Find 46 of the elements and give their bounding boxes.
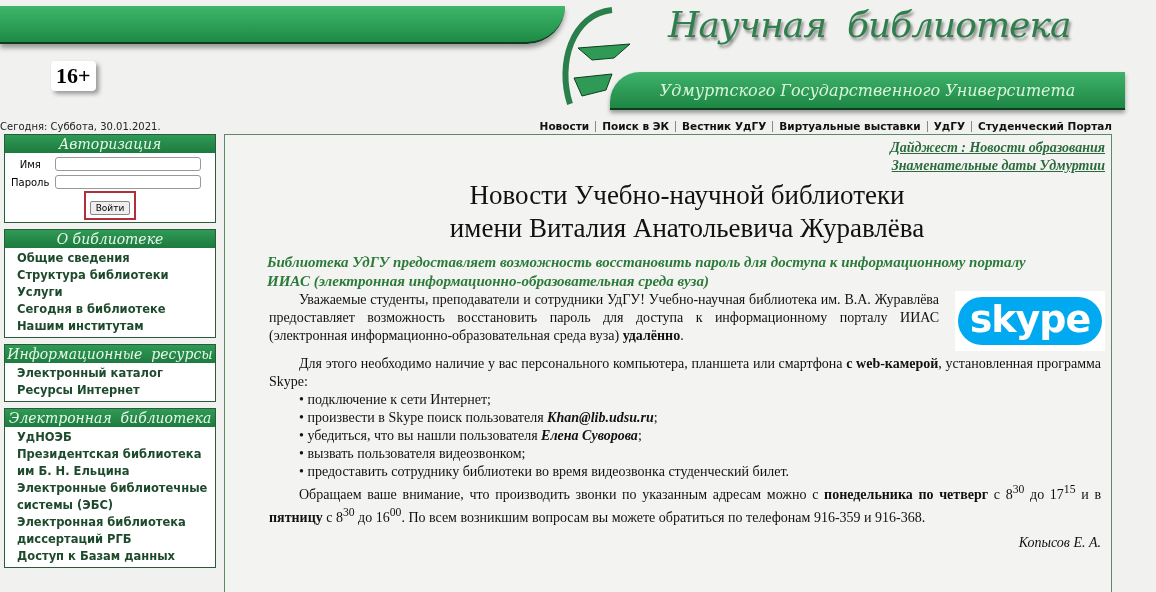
age-rating-badge: 16+ — [51, 61, 96, 91]
nav-link[interactable]: УдГУ — [926, 120, 966, 132]
panel-title: Информационные ресурсы — [5, 345, 215, 363]
field-label: Имя — [18, 158, 42, 170]
sidebar-link[interactable]: Электронный каталог — [17, 365, 209, 382]
paragraph: Для этого необходимо наличие у вас персонального компьютера, планшета или смартфона с web-камерой, установленная программа Skype: — [269, 355, 1102, 391]
paragraph: Обращаем ваше внимание, что производить звонки по указанным адресам можно с понедельника по четверг с 8$^{30}$ до 17$^{15}$ и в пятницу с 8$^{30}$ до 16$^{00}$. По всем возникшим вопросам вы можете обратиться по телефонам 916-359 и 916-368. — [269, 482, 1102, 527]
site-title: Научная библиотека — [668, 4, 1071, 45]
news-link[interactable]: Знаменательные даты Удмуртии — [891, 157, 1105, 175]
lead-text: Библиотека УдГУ предоставляет возможность восстановить пароль для доступа к информационному порталу ИИАС (электронная информационно-образовательная среда вуза) — [267, 253, 1027, 291]
signature: Копысов Е. А. — [1017, 534, 1102, 553]
sidebar-link[interactable]: Ресурсы Интернет — [17, 382, 209, 399]
nav-link[interactable]: Студенческий Портал — [971, 120, 1112, 132]
login-button[interactable]: Войти — [89, 201, 131, 215]
sidebar-link[interactable]: Сегодня в библиотеке — [17, 301, 209, 318]
sidebar-link[interactable]: Нашим институтам — [17, 318, 209, 335]
news-link[interactable]: Дайджест : Новости образования — [890, 139, 1105, 157]
nav-link[interactable]: Вестник УдГУ — [675, 120, 767, 132]
nav-link[interactable]: Виртуальные выставки — [772, 120, 921, 132]
sidebar-link[interactable]: Президентская библиотека им Б. Н. Ельцина — [17, 446, 209, 480]
list-item: • убедиться, что вы нашли пользователя Елена Суворова; — [298, 427, 643, 445]
skype-logo-text: skype — [957, 297, 1103, 345]
panel-title: О библиотеке — [5, 230, 215, 248]
site-subtitle: Удмуртского Государственного Университета — [659, 80, 1076, 100]
panel-title: Электронная библиотека — [5, 409, 215, 427]
sidebar-link[interactable]: Электронные библиотечные системы (ЭБС) — [17, 480, 209, 514]
list-item: • предоставить сотруднику библиотеки во время видеозвонка студенческий билет. — [298, 463, 790, 481]
panel-title: Авторизация — [5, 135, 215, 153]
nav-link[interactable]: Новости — [539, 120, 590, 132]
sidebar-link[interactable]: Структура библиотеки — [17, 267, 209, 284]
nav-link[interactable]: Поиск в ЭК — [595, 120, 670, 132]
sidebar-link[interactable]: Электронная библиотека диссертаций РГБ — [17, 514, 209, 548]
input-field[interactable] — [55, 157, 201, 171]
sidebar-link[interactable]: Доступ к Базам данных — [17, 548, 209, 565]
paragraph: Уважаемые студенты, преподаватели и сотрудники УдГУ! Учебно-научная библиотека им. В.А. Журавлёва предоставляет возможность восстановить пароль для доступа к информационному порталу ИИАС (электронная информационно-образовательная среда вуза) удалённо. — [269, 291, 940, 345]
input-field[interactable] — [55, 175, 201, 189]
field-label: Пароль — [11, 176, 50, 188]
page-heading: имени Виталия Анатольевича Журавлёва — [448, 212, 926, 245]
sidebar-link[interactable]: Услуги — [17, 284, 209, 301]
list-item: • подключение к сети Интернет; — [298, 391, 492, 409]
page-heading: Новости Учебно-научной библиотеки — [468, 179, 906, 212]
sidebar-link[interactable]: УдНОЭБ — [17, 429, 209, 446]
list-item: • произвести в Skype поиск пользователя Khan@lib.udsu.ru; — [298, 409, 659, 427]
date-text: Сегодня: Суббота, 30.01.2021. — [0, 120, 161, 132]
list-item: • вызвать пользователя видеозвонком; — [298, 445, 527, 463]
sidebar-link[interactable]: Общие сведения — [17, 250, 209, 267]
